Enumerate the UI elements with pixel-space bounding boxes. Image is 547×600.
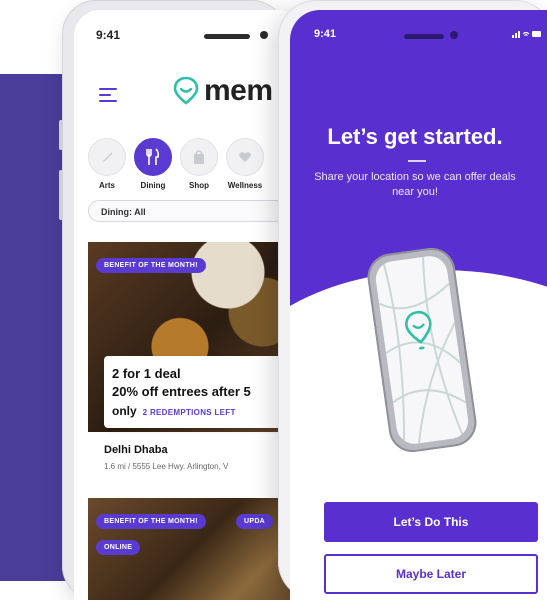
- category-shop[interactable]: Shop: [180, 138, 218, 190]
- dining-filter-dropdown[interactable]: Dining: All: [88, 200, 306, 222]
- brush-icon: [88, 138, 126, 176]
- deal-condition-text: only: [112, 404, 137, 418]
- place-name[interactable]: Delhi Dhaba: [104, 444, 168, 456]
- benefit-badge: BENEFIT OF THE MONTH!: [96, 258, 206, 273]
- category-label: Wellness: [227, 181, 263, 190]
- phone-mockup-left: 9:41 mem Arts Dining Shop Wellness Dinin…: [59, 0, 306, 600]
- online-badge: ONLINE: [96, 540, 141, 555]
- heart-icon: [226, 138, 264, 176]
- onboarding-headline: Let’s get started.: [327, 124, 503, 149]
- deal-description: 20% off entrees after 5: [112, 384, 251, 399]
- place-address: 1.6 mi / 5555 Lee Hwy. Arlington, V: [104, 462, 229, 471]
- shopping-bag-icon: [180, 138, 218, 176]
- category-arts[interactable]: Arts: [88, 138, 126, 190]
- signal-wifi-battery-icon: [512, 31, 541, 38]
- camera-dot: [450, 31, 458, 39]
- phone-side-button: [59, 170, 63, 220]
- speaker-notch: [204, 34, 250, 39]
- app-screen-deals: 9:41 mem Arts Dining Shop Wellness Dinin…: [74, 10, 306, 600]
- status-time: 9:41: [314, 28, 337, 40]
- status-icons: [512, 29, 542, 41]
- benefit-badge: BENEFIT OF THE MONTH!: [96, 514, 206, 529]
- speaker-notch: [404, 34, 444, 39]
- category-dining[interactable]: Dining: [134, 138, 172, 190]
- camera-dot: [260, 31, 268, 39]
- map-pin-icon: [172, 76, 200, 106]
- deal-card-image-2[interactable]: BENEFIT OF THE MONTH! UPDA ONLINE: [88, 498, 306, 600]
- deal-condition: only 2 REDEMPTIONS LEFT: [112, 404, 236, 418]
- category-wellness[interactable]: Wellness: [226, 138, 264, 190]
- maybe-later-button[interactable]: Maybe Later: [324, 554, 538, 594]
- redemptions-left-label: 2 REDEMPTIONS LEFT: [142, 408, 236, 417]
- lets-do-this-button[interactable]: Let’s Do This: [324, 502, 538, 542]
- category-label: Arts: [98, 181, 115, 190]
- fork-knife-icon: [134, 138, 172, 176]
- deal-summary-box[interactable]: 2 for 1 deal 20% off entrees after 5 onl…: [104, 356, 306, 428]
- status-time: 9:41: [96, 28, 121, 42]
- app-logo: mem: [172, 74, 273, 108]
- category-label: Dining: [140, 181, 166, 190]
- deal-title: 2 for 1 deal: [112, 366, 181, 381]
- phone-mockup-right: 9:41 Let’s get started. Share your locat…: [278, 0, 547, 600]
- map-illustration: [373, 253, 471, 447]
- hamburger-menu-icon[interactable]: [99, 88, 117, 106]
- phone-side-button: [59, 120, 63, 150]
- logo-wordmark: mem: [204, 74, 273, 107]
- app-screen-onboarding: 9:41 Let’s get started. Share your locat…: [290, 10, 547, 600]
- update-badge: UPDA: [236, 514, 274, 529]
- onboarding-subtext: Share your location so we can offer deal…: [314, 171, 516, 198]
- category-label: Shop: [189, 181, 209, 190]
- category-bar: Arts Dining Shop Wellness: [88, 138, 264, 190]
- headline-underline: [408, 160, 426, 162]
